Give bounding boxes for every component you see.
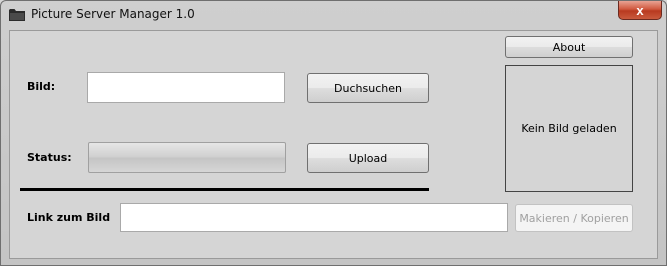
- browse-button[interactable]: Duchsuchen: [307, 73, 429, 103]
- main-window: Picture Server Manager 1.0 x Bild: Duchs…: [0, 0, 667, 266]
- folder-icon: [9, 9, 25, 21]
- status-label: Status:: [27, 151, 72, 164]
- about-button[interactable]: About: [505, 36, 633, 58]
- window-title: Picture Server Manager 1.0: [31, 7, 195, 21]
- preview-placeholder-text: Kein Bild geladen: [521, 122, 617, 135]
- client-area: Bild: Duchsuchen Status: Upload Link zum…: [9, 30, 658, 259]
- bild-label: Bild:: [27, 80, 56, 93]
- separator-line: [20, 188, 429, 191]
- image-path-input[interactable]: [87, 72, 285, 103]
- select-copy-button[interactable]: Makieren / Kopieren: [515, 204, 633, 232]
- image-preview: Kein Bild geladen: [505, 65, 633, 192]
- link-label: Link zum Bild: [27, 211, 111, 224]
- close-icon: x: [636, 2, 644, 18]
- close-button[interactable]: x: [618, 1, 662, 20]
- upload-progress-bar: [88, 142, 286, 173]
- upload-button[interactable]: Upload: [307, 143, 429, 173]
- image-link-field[interactable]: [120, 203, 508, 232]
- title-bar[interactable]: Picture Server Manager 1.0 x: [1, 1, 666, 29]
